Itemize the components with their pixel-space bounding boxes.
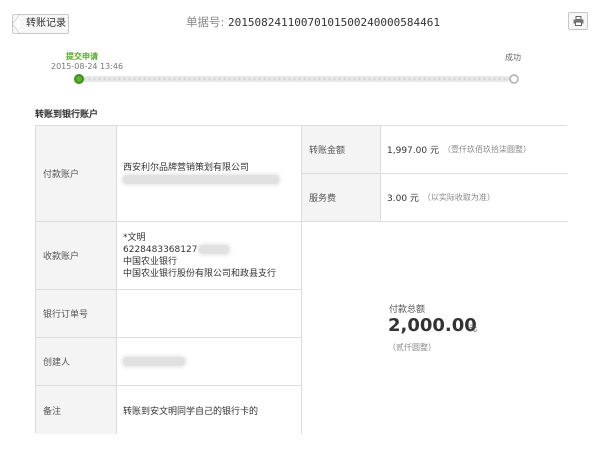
fee-label: 服务费 [302, 174, 381, 222]
step-success-dot [509, 74, 519, 84]
order-number-label: 银行订单号 [36, 290, 117, 338]
payee-value: *文明 6228483368127 中国农业银行 中国农业银行股份有限公司和政县… [117, 222, 302, 290]
section-title: 转账到银行账户 [35, 110, 99, 120]
receipt-number-label: 单据号: [186, 15, 225, 29]
step-success-label: 成功 [505, 53, 521, 62]
payee-card-row: 6228483368127 [123, 244, 301, 256]
payee-branch: 中国农业银行股份有限公司和政县支行 [123, 268, 277, 279]
amount-in-words: （壹仟玖佰玖拾柒圆整） [442, 145, 531, 154]
creator-label: 创建人 [36, 338, 117, 386]
fee-value-cell: 3.00 元 （以实际收取为准） [381, 174, 568, 222]
order-number-value [117, 290, 302, 338]
creator-value-masked [117, 338, 302, 386]
payee-bank: 中国农业银行 [123, 256, 178, 267]
fee-value: 3.00 元 [387, 194, 419, 204]
back-to-transfer-records-button[interactable]: 转账记录 [12, 14, 69, 34]
remark-label: 备注 [36, 386, 117, 434]
progress-track [82, 76, 510, 82]
fee-note: （以实际收取为准） [422, 193, 495, 202]
payer-label: 付款账户 [36, 126, 117, 222]
remark-value: 转账到安文明同学自己的银行卡的 [117, 386, 302, 434]
amount-value: 1,997.00 元 [387, 146, 439, 156]
payer-value: 西安利尔品牌营销策划有限公司 [117, 126, 302, 222]
printer-icon [573, 16, 584, 26]
total-unit: 元 [469, 324, 477, 333]
payee-label: 收款账户 [36, 222, 117, 290]
total-value: 2,000.00 [388, 315, 477, 336]
print-button[interactable] [568, 12, 588, 30]
receipt-number: 单据号: 20150824110070101500240000584461 [186, 14, 440, 30]
payer-account-masked [123, 174, 301, 186]
payee-name: *文明 [123, 232, 146, 243]
amount-value-cell: 1,997.00 元 （壹仟玖佰玖拾柒圆整） [381, 126, 568, 174]
step-submit-label: 提交申请 [66, 52, 98, 61]
receipt-number-value: 20150824110070101500240000584461 [228, 16, 440, 29]
total-payment-box: 付款总额 2,000.00 元 （贰仟圆整） [302, 222, 568, 433]
payee-card: 6228483368127 [123, 244, 198, 255]
payer-name: 西安利尔品牌营销策划有限公司 [123, 162, 250, 173]
total-label: 付款总额 [389, 305, 426, 315]
step-submit-time: 2015-08-24 13:46 [51, 62, 124, 71]
transfer-details-table: 付款账户 西安利尔品牌营销策划有限公司 转账金额 1,997.00 元 （壹仟玖… [35, 125, 568, 434]
step-submit-dot [74, 74, 84, 84]
total-in-words: （贰仟圆整） [388, 343, 436, 352]
amount-label: 转账金额 [302, 126, 381, 174]
